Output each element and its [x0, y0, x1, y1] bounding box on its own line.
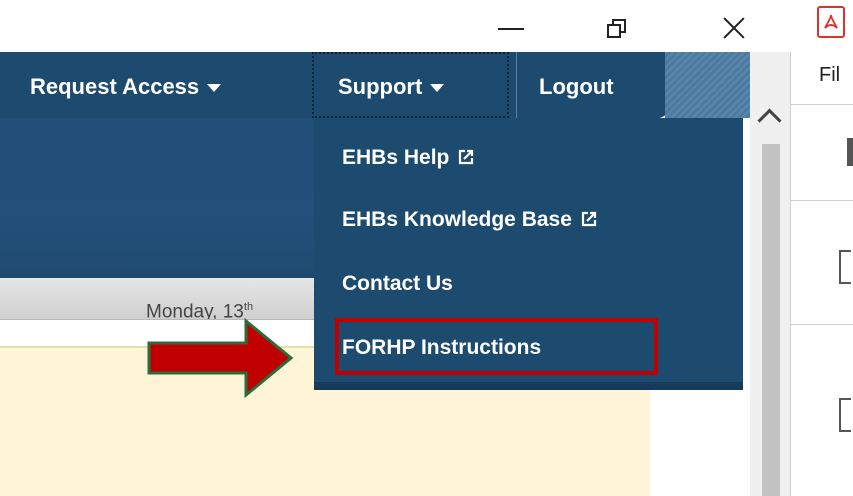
highlight-box [335, 318, 658, 375]
annotation-arrow [147, 318, 294, 398]
file-menu[interactable]: Fil [819, 64, 840, 87]
scroll-up-icon[interactable] [758, 108, 780, 128]
right-panel: Fil [790, 52, 853, 496]
window-title-bar [0, 0, 853, 52]
chevron-down-icon [430, 84, 445, 93]
panel-checkbox[interactable] [839, 250, 851, 284]
nav-request-access[interactable]: Request Access [30, 52, 222, 118]
panel-divider [791, 104, 853, 105]
menu-item-label: Contact Us [342, 272, 453, 295]
nav-request-access-label: Request Access [30, 74, 200, 99]
date-suffix: th [243, 301, 254, 313]
scrollbar-thumb[interactable] [762, 144, 780, 496]
close-icon[interactable] [716, 10, 756, 44]
minimize-icon[interactable] [492, 10, 532, 44]
nav-logout[interactable]: Logout [516, 52, 614, 118]
pdf-icon[interactable] [817, 6, 845, 38]
nav-logout-label: Logout [539, 74, 614, 99]
restore-front-square [607, 24, 621, 38]
chevron-down-icon [207, 84, 222, 93]
restore-icon[interactable] [598, 10, 638, 44]
external-link-icon [459, 149, 474, 165]
menu-item-ehbs-help[interactable]: EHBs Help [342, 146, 475, 170]
vertical-scrollbar[interactable] [750, 52, 790, 496]
panel-checkbox[interactable] [839, 398, 851, 432]
external-link-icon [581, 211, 597, 227]
menu-item-ehbs-knowledge-base[interactable]: EHBs Knowledge Base [342, 208, 598, 232]
menu-item-contact-us[interactable]: Contact Us [342, 272, 453, 296]
panel-divider [791, 200, 853, 201]
panel-control[interactable] [847, 138, 853, 166]
top-nav-bar: Request Access Support Logout [0, 52, 668, 118]
nav-bar-decoration [665, 52, 750, 118]
menu-item-label: EHBs Knowledge Base [342, 208, 572, 231]
nav-support[interactable]: Support [312, 52, 509, 118]
menu-item-label: EHBs Help [342, 146, 450, 169]
nav-support-label: Support [338, 74, 423, 99]
panel-divider [791, 324, 853, 325]
